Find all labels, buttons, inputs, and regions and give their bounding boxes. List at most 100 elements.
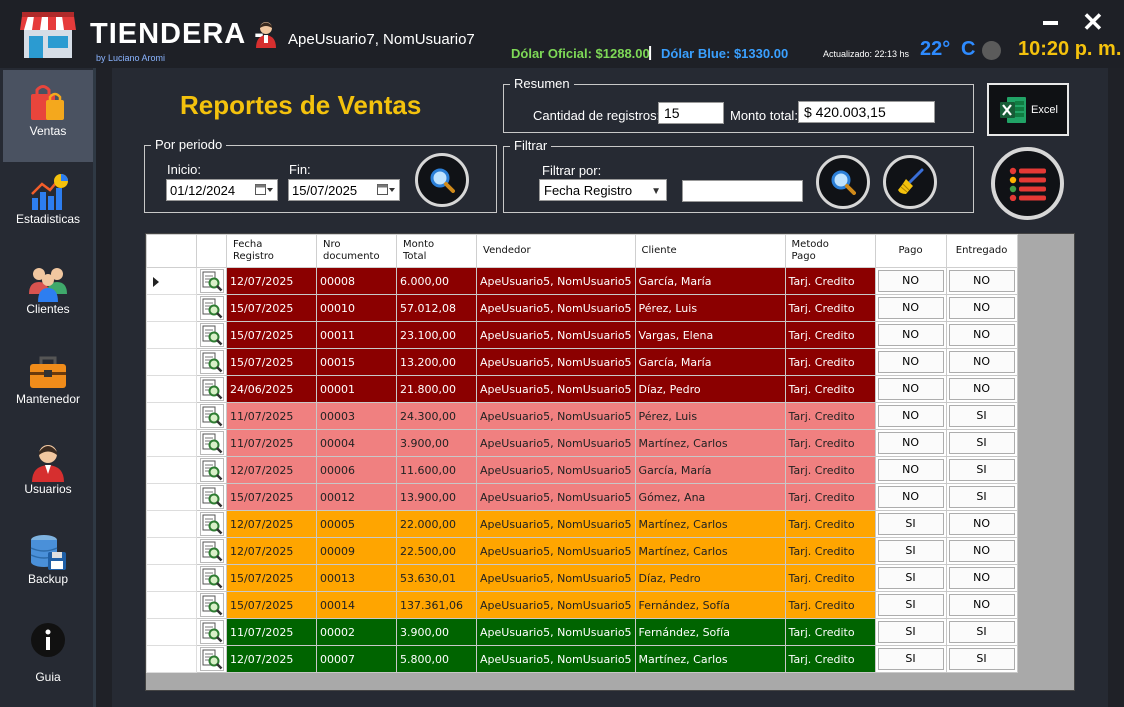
sidebar-item-estadisticas[interactable]: Estadisticas — [3, 160, 93, 252]
cell-cliente[interactable]: García, María — [634, 456, 786, 484]
entregado-toggle-button[interactable]: SI — [948, 459, 1015, 481]
table-row[interactable]: 12/07/2025 00005 22.000,00 ApeUsuario5, Nom… — [146, 510, 1018, 538]
table-row[interactable]: 15/07/2025 00011 23.100,00 ApeUsuario5, Nom… — [146, 321, 1018, 349]
table-row[interactable]: 24/06/2025 00001 21.800,00 ApeUsuario5, Nom… — [146, 375, 1018, 403]
entregado-toggle-button[interactable]: SI — [948, 405, 1015, 427]
cell-monto[interactable]: 24.300,00 — [396, 402, 477, 430]
pago-toggle-button[interactable]: NO — [877, 270, 944, 292]
cell-metodo[interactable]: Tarj. Credito — [784, 618, 876, 646]
pago-toggle-button[interactable]: SI — [877, 594, 944, 616]
cell-nro[interactable]: 00012 — [316, 483, 397, 511]
sales-grid[interactable]: Fecha Registro Nro documento Monto Total… — [145, 233, 1075, 691]
row-header[interactable] — [146, 375, 197, 403]
cell-metodo[interactable]: Tarj. Credito — [784, 267, 876, 295]
cell-monto[interactable]: 22.500,00 — [396, 537, 477, 565]
sidebar-item-mantenedor[interactable]: Mantenedor — [3, 340, 93, 432]
view-detail-button[interactable] — [199, 620, 224, 644]
row-header[interactable] — [146, 321, 197, 349]
cell-metodo[interactable]: Tarj. Credito — [784, 456, 876, 484]
cell-cliente[interactable]: Fernández, Sofía — [634, 618, 786, 646]
cell-vendedor[interactable]: ApeUsuario5, NomUsuario5 — [476, 537, 636, 565]
cell-metodo[interactable]: Tarj. Credito — [784, 483, 876, 511]
view-detail-button[interactable] — [199, 350, 224, 374]
view-detail-button[interactable] — [199, 458, 224, 482]
table-row[interactable]: 15/07/2025 00013 53.630,01 ApeUsuario5, Nom… — [146, 564, 1018, 592]
row-header[interactable] — [146, 294, 197, 322]
view-detail-button[interactable] — [199, 404, 224, 428]
cell-vendedor[interactable]: ApeUsuario5, NomUsuario5 — [476, 510, 636, 538]
view-detail-button[interactable] — [199, 512, 224, 536]
cell-monto[interactable]: 21.800,00 — [396, 375, 477, 403]
cell-vendedor[interactable]: ApeUsuario5, NomUsuario5 — [476, 618, 636, 646]
cantidad-registros-field[interactable]: 15 — [658, 102, 724, 124]
view-detail-button[interactable] — [199, 431, 224, 455]
cell-monto[interactable]: 22.000,00 — [396, 510, 477, 538]
pago-toggle-button[interactable]: SI — [877, 513, 944, 535]
cell-metodo[interactable]: Tarj. Credito — [784, 321, 876, 349]
cell-vendedor[interactable]: ApeUsuario5, NomUsuario5 — [476, 267, 636, 295]
row-header[interactable] — [146, 267, 197, 295]
pago-toggle-button[interactable]: SI — [877, 648, 944, 670]
cell-vendedor[interactable]: ApeUsuario5, NomUsuario5 — [476, 564, 636, 592]
cell-fecha[interactable]: 12/07/2025 — [226, 537, 317, 565]
cell-metodo[interactable]: Tarj. Credito — [784, 591, 876, 619]
cell-metodo[interactable]: Tarj. Credito — [784, 375, 876, 403]
view-detail-button[interactable] — [199, 323, 224, 347]
cell-nro[interactable]: 00015 — [316, 348, 397, 376]
cell-fecha[interactable]: 15/07/2025 — [226, 321, 317, 349]
view-detail-button[interactable] — [199, 593, 224, 617]
cell-cliente[interactable]: García, María — [634, 348, 786, 376]
close-button[interactable]: ✕ — [1082, 9, 1104, 35]
cell-fecha[interactable]: 12/07/2025 — [226, 645, 317, 673]
row-header[interactable] — [146, 402, 197, 430]
cell-metodo[interactable]: Tarj. Credito — [784, 294, 876, 322]
cell-vendedor[interactable]: ApeUsuario5, NomUsuario5 — [476, 429, 636, 457]
cell-vendedor[interactable]: ApeUsuario5, NomUsuario5 — [476, 483, 636, 511]
view-detail-button[interactable] — [199, 647, 224, 671]
column-header[interactable]: Vendedor — [476, 234, 636, 268]
cell-fecha[interactable]: 12/07/2025 — [226, 456, 317, 484]
entregado-toggle-button[interactable]: NO — [948, 513, 1015, 535]
column-header[interactable]: Fecha Registro — [226, 234, 317, 268]
pago-toggle-button[interactable]: NO — [877, 351, 944, 373]
cell-fecha[interactable]: 11/07/2025 — [226, 618, 317, 646]
cell-vendedor[interactable]: ApeUsuario5, NomUsuario5 — [476, 645, 636, 673]
row-header[interactable] — [146, 618, 197, 646]
cell-fecha[interactable]: 15/07/2025 — [226, 483, 317, 511]
cell-nro[interactable]: 00004 — [316, 429, 397, 457]
cell-fecha[interactable]: 24/06/2025 — [226, 375, 317, 403]
cell-nro[interactable]: 00013 — [316, 564, 397, 592]
row-header[interactable] — [146, 429, 197, 457]
row-header[interactable] — [146, 483, 197, 511]
table-row[interactable]: 15/07/2025 00012 13.900,00 ApeUsuario5, Nom… — [146, 483, 1018, 511]
cell-vendedor[interactable]: ApeUsuario5, NomUsuario5 — [476, 402, 636, 430]
cell-nro[interactable]: 00010 — [316, 294, 397, 322]
cell-cliente[interactable]: Pérez, Luis — [634, 402, 786, 430]
table-row[interactable]: 15/07/2025 00010 57.012,08 ApeUsuario5, Nom… — [146, 294, 1018, 322]
cell-monto[interactable]: 53.630,01 — [396, 564, 477, 592]
cell-metodo[interactable]: Tarj. Credito — [784, 402, 876, 430]
view-detail-button[interactable] — [199, 296, 224, 320]
cell-metodo[interactable]: Tarj. Credito — [784, 645, 876, 673]
entregado-toggle-button[interactable]: SI — [948, 648, 1015, 670]
pago-toggle-button[interactable]: NO — [877, 486, 944, 508]
sidebar-item-usuarios[interactable]: Usuarios — [3, 430, 93, 522]
report-list-button[interactable] — [991, 147, 1064, 220]
table-row[interactable]: 12/07/2025 00008 6.000,00 ApeUsuario5, NomU… — [146, 267, 1018, 295]
sidebar-item-ventas[interactable]: Ventas — [3, 70, 93, 162]
cell-fecha[interactable]: 11/07/2025 — [226, 402, 317, 430]
cell-fecha[interactable]: 15/07/2025 — [226, 348, 317, 376]
pago-toggle-button[interactable]: NO — [877, 324, 944, 346]
sidebar-item-guia[interactable]: Guia — [3, 610, 93, 702]
view-detail-button[interactable] — [199, 539, 224, 563]
cell-vendedor[interactable]: ApeUsuario5, NomUsuario5 — [476, 348, 636, 376]
cell-fecha[interactable]: 12/07/2025 — [226, 267, 317, 295]
filtrar-search-input[interactable] — [682, 180, 803, 202]
pago-toggle-button[interactable]: NO — [877, 378, 944, 400]
monto-total-field[interactable]: $ 420.003,15 — [798, 101, 935, 123]
column-header[interactable]: Entregado — [945, 234, 1018, 268]
entregado-toggle-button[interactable]: SI — [948, 621, 1015, 643]
cell-vendedor[interactable]: ApeUsuario5, NomUsuario5 — [476, 294, 636, 322]
cell-nro[interactable]: 00011 — [316, 321, 397, 349]
cell-cliente[interactable]: Vargas, Elena — [634, 321, 786, 349]
